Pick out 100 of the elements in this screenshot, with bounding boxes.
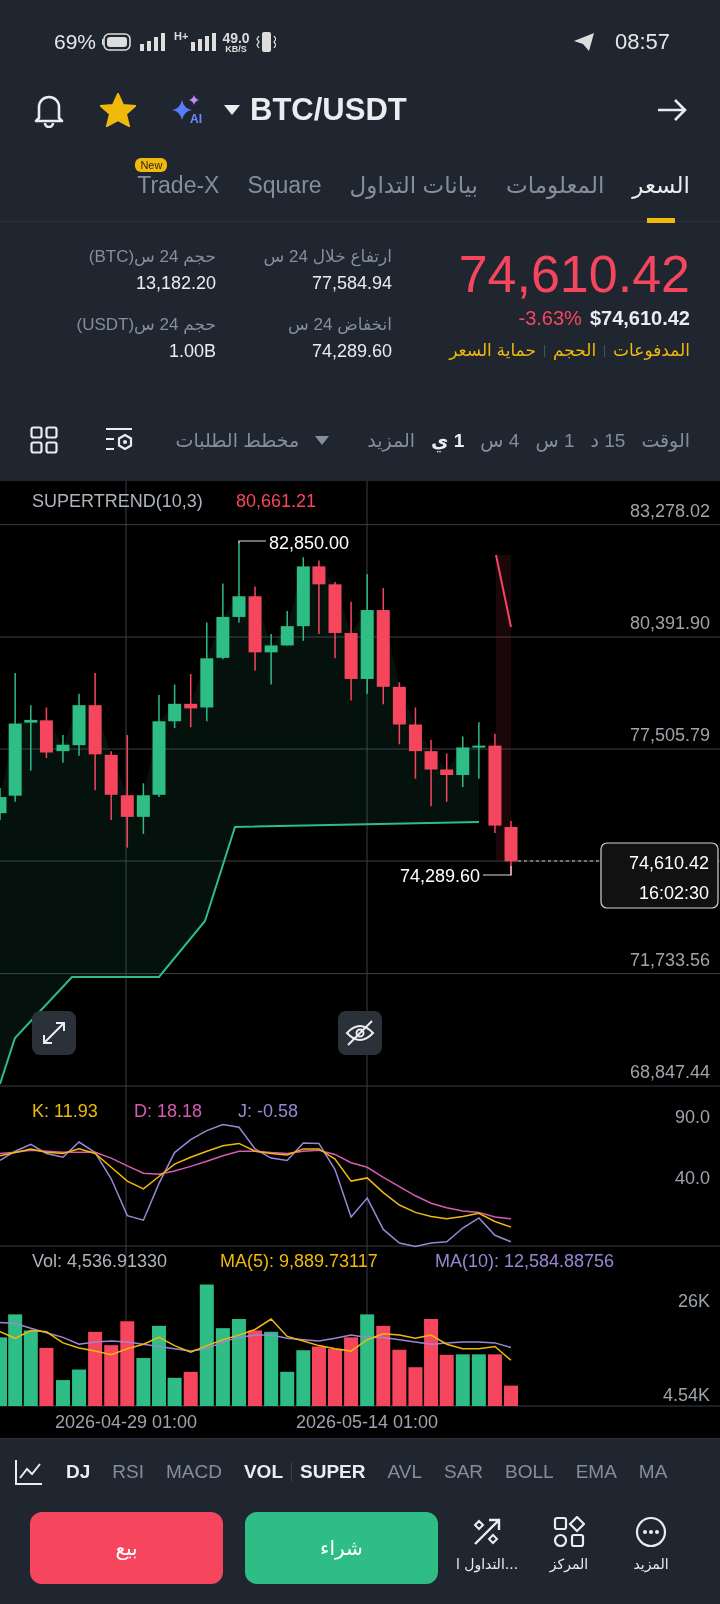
leader-line: [238, 540, 267, 544]
indicator-tab[interactable]: SUPER: [300, 1460, 366, 1483]
candle: [184, 673, 198, 728]
action-label[interactable]: المركز: [549, 1556, 589, 1572]
shapes-icon[interactable]: [553, 1516, 585, 1548]
stat-label: حجم 24 س(BTC): [88, 246, 216, 267]
tab[interactable]: Trade-X: [137, 172, 220, 199]
stat-value: 1.00B: [168, 341, 216, 362]
stat-value: 74,289.60: [311, 341, 392, 362]
arrow-icon[interactable]: [656, 98, 688, 122]
last-price-tag: 74,610.42: [628, 853, 709, 873]
interval-title: الوقت: [641, 428, 690, 452]
info-link[interactable]: الحجم: [552, 340, 597, 362]
tab[interactable]: Square: [247, 172, 322, 199]
ma10-value: MA(10): 12,584.88756: [435, 1251, 615, 1271]
indicator-tab[interactable]: DJ: [66, 1460, 91, 1483]
price-axis-label: 71,733.56: [629, 949, 710, 970]
signal-icon: [190, 33, 217, 51]
price-change: -3.63%: [518, 307, 582, 331]
countdown: 16:02:30: [638, 883, 709, 903]
stat-label: ارتفاع خلال 24 س: [263, 246, 392, 267]
battery-percent: 69%: [54, 30, 97, 54]
expand-icon[interactable]: [32, 1011, 76, 1055]
interval-tab[interactable]: 4 س: [480, 428, 520, 452]
send-icon: [572, 32, 595, 52]
indicator-tab[interactable]: EMA: [575, 1460, 617, 1483]
indicator-tab[interactable]: RSI: [112, 1460, 144, 1483]
volume-bar: [104, 1345, 119, 1406]
tab[interactable]: السعر: [632, 172, 690, 199]
candle: [56, 734, 70, 764]
candle: [280, 610, 294, 647]
info-link[interactable]: حماية السعر: [449, 340, 536, 362]
network-speed: 49.0: [222, 30, 250, 45]
usd-price: $74,610.42: [589, 307, 690, 331]
stat-value: 13,182.20: [135, 273, 216, 294]
more-icon[interactable]: [635, 1516, 667, 1548]
action-label[interactable]: التداول ا...: [455, 1556, 519, 1572]
low-price-label: 74,289.60: [399, 866, 480, 886]
indicator-tab[interactable]: MA: [638, 1460, 668, 1483]
price-axis-label: 83,278.02: [629, 500, 710, 521]
tab[interactable]: المعلومات: [506, 172, 605, 199]
stat-label: انخفاض 24 س: [288, 314, 392, 335]
speed-unit: KB/S: [225, 44, 247, 54]
vibrate-icon: [255, 31, 276, 53]
caret-icon[interactable]: [224, 105, 240, 115]
info-link[interactable]: المدفوعات: [613, 340, 690, 362]
date-label: 2026-04-29 01:00: [54, 1412, 198, 1432]
buy-button[interactable]: شراء: [245, 1512, 438, 1584]
volume-bar: [328, 1348, 342, 1406]
price-axis-label: 77,505.79: [629, 725, 710, 745]
trading-pair[interactable]: BTC/USDT: [250, 92, 407, 128]
indicator-tab[interactable]: VOL: [243, 1460, 283, 1483]
price-axis-label: 68,847.44: [629, 1062, 710, 1082]
indicator-tab[interactable]: AVL: [387, 1460, 422, 1483]
price-axis-label: 80,391.90: [629, 613, 710, 633]
ma5-value: MA(5): 9,889.73117: [220, 1251, 378, 1271]
candle: [168, 683, 182, 729]
volume-axis-label: 26K: [677, 1291, 710, 1311]
high-price-label: 82,850.00: [269, 533, 350, 553]
ai-label: AI: [190, 112, 202, 126]
indicator-tab[interactable]: SAR: [444, 1460, 484, 1483]
candle: [456, 735, 470, 788]
candle: [39, 706, 53, 759]
volume-bar: [344, 1337, 359, 1406]
depth-chart-tab[interactable]: مخطط الطلبات: [175, 428, 300, 452]
hide-eye-icon[interactable]: [338, 1011, 382, 1055]
interval-tab[interactable]: 15 د: [590, 428, 626, 452]
action-label[interactable]: المزيد: [633, 1556, 669, 1572]
grid-icon[interactable]: [30, 426, 58, 454]
caret-icon: [315, 435, 330, 445]
indicator-value: 80,661.21: [236, 491, 317, 511]
interval-tab[interactable]: 1 ي: [431, 428, 465, 452]
stat-value: 77,584.94: [311, 273, 392, 294]
indicator-tab[interactable]: BOLL: [505, 1460, 554, 1483]
selected-tab-indicator: [647, 218, 676, 223]
volume-axis-label: 4.54K: [662, 1385, 710, 1405]
candle: [264, 633, 278, 686]
leader-line: [482, 865, 512, 876]
volume-value: Vol: 4,536.91330: [32, 1251, 168, 1271]
sell-button[interactable]: بيع: [30, 1512, 223, 1584]
indicator-tab[interactable]: MACD: [166, 1460, 222, 1483]
candle: [24, 704, 38, 772]
clock: 08:57: [614, 29, 670, 55]
tab[interactable]: بيانات التداول: [349, 172, 478, 199]
candle: [72, 692, 86, 757]
chart-line-icon[interactable]: [14, 1457, 44, 1486]
star-icon[interactable]: [100, 93, 136, 127]
interval-tab[interactable]: 1 س: [535, 428, 575, 452]
network-type: H+: [174, 30, 189, 42]
candle: [392, 681, 406, 745]
battery-icon: [102, 33, 133, 51]
kdj-axis-label: 90.0: [674, 1107, 710, 1127]
stat-label: حجم 24 س(USDT): [76, 314, 216, 335]
more-dropdown[interactable]: المزيد: [315, 428, 416, 452]
kdj-j-value: J: -0.58: [238, 1101, 299, 1121]
candle: [472, 721, 486, 780]
candle: [104, 750, 118, 821]
kdj-d-value: D: 18.18: [134, 1101, 203, 1121]
indicator-label: SUPERTREND(10,3): [32, 491, 203, 511]
new-badge: New: [135, 158, 168, 172]
